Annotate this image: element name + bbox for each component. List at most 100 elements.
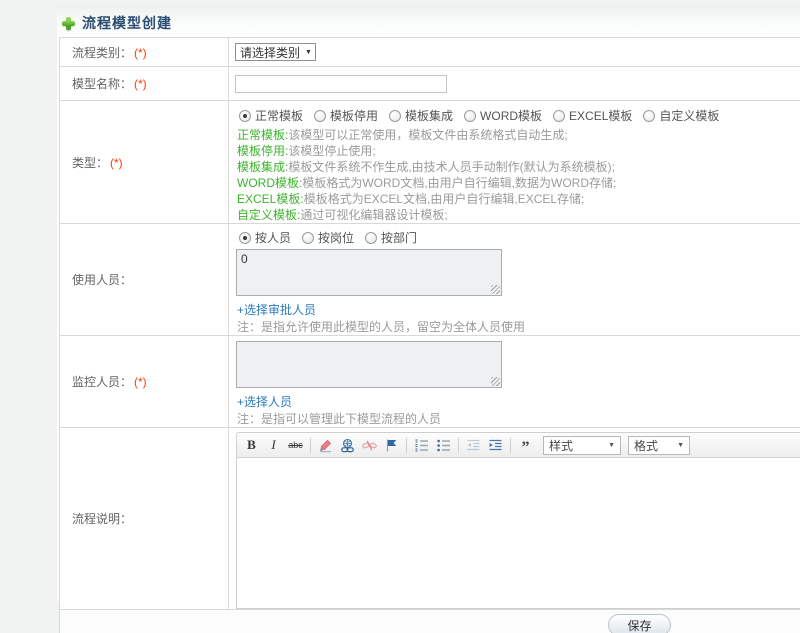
monitors-label-cell: 监控人员： (*) <box>59 335 229 428</box>
radio-icon <box>553 109 566 122</box>
users-radio-group: 按人员 按岗位 按部门 <box>239 229 800 246</box>
radio-icon <box>314 109 327 122</box>
radio-label: 模板集成 <box>405 109 454 123</box>
format-dropdown-value: 格式 <box>634 438 659 453</box>
radio-icon <box>302 231 315 244</box>
save-row-cell: 保存 <box>59 609 800 633</box>
category-label: 流程类别： <box>72 45 133 60</box>
bold-button[interactable]: B <box>241 436 262 455</box>
radio-label: 按岗位 <box>318 231 355 245</box>
plus-icon <box>62 16 75 30</box>
radio-label: WORD模板 <box>480 109 543 123</box>
monitors-label: 监控人员： <box>72 375 133 389</box>
row-save: 保存 <box>59 609 800 633</box>
category-select-value: 请选择类别 <box>240 45 301 60</box>
type-label-cell: 类型： (*) <box>59 100 229 224</box>
radio-icon <box>239 231 251 244</box>
radio-by-person[interactable]: 按人员 <box>239 229 291 246</box>
row-monitors: 监控人员： (*) +选择人员 注：是指可以管理此下模型流程的人员 <box>59 335 800 428</box>
required-mark: (*) <box>134 77 147 91</box>
category-select[interactable]: 请选择类别 ▼ <box>235 43 316 61</box>
caret-down-icon: ▼ <box>305 48 312 56</box>
type-desc-line: 自定义模板:通过可视化编辑器设计模板; <box>237 208 448 222</box>
rich-text-editor: B I abc ” 样式 ▼ 格式 ▼ <box>236 432 800 609</box>
save-button[interactable]: 保存 <box>608 614 671 633</box>
radio-template-disabled[interactable]: 模板停用 <box>314 107 378 124</box>
radio-label: 按人员 <box>255 231 292 245</box>
italic-button[interactable]: I <box>263 436 284 455</box>
indent-icon[interactable] <box>485 436 506 455</box>
users-note: 注：是指允许使用此模型的人员，留空为全体人员使用 <box>237 320 526 334</box>
resize-handle-icon[interactable] <box>491 377 500 386</box>
radio-template-integrated[interactable]: 模板集成 <box>389 107 453 124</box>
radio-icon <box>464 109 477 122</box>
radio-label: 按部门 <box>381 231 418 245</box>
row-users: 使用人员： 按人员 按岗位 按部门 0 +选择审批人员 注：是指允许使用此模型的… <box>59 223 800 336</box>
type-radio-group: 正常模板 模板停用 模板集成 WORD模板 EXCEL模板 自定义模板 <box>239 107 800 124</box>
required-mark: (*) <box>134 45 147 60</box>
ordered-list-icon[interactable] <box>411 436 432 455</box>
resize-handle-icon[interactable] <box>491 285 500 294</box>
required-mark: (*) <box>110 155 123 170</box>
category-label-cell: 流程类别： (*) <box>59 37 229 67</box>
type-desc-line: 正常模板:该模型可以正常使用，模板文件由系统格式自动生成; <box>237 128 568 142</box>
radio-icon <box>365 231 378 244</box>
radio-by-position[interactable]: 按岗位 <box>302 229 354 246</box>
toolbar-separator <box>406 437 407 453</box>
radio-icon <box>389 109 402 122</box>
outdent-icon[interactable] <box>463 436 484 455</box>
toolbar-separator <box>510 437 511 453</box>
type-descriptions: 正常模板:该模型可以正常使用，模板文件由系统格式自动生成; 模板停用:该模型停止… <box>237 127 800 223</box>
model-name-label: 模型名称： <box>72 77 133 91</box>
required-mark: (*) <box>134 375 147 389</box>
users-label-cell: 使用人员： <box>59 223 229 336</box>
flag-anchor-icon[interactable] <box>381 436 402 455</box>
radio-label: 自定义模板 <box>659 109 720 123</box>
model-name-label-cell: 模型名称： (*) <box>59 66 229 101</box>
monitors-textarea[interactable] <box>236 341 502 388</box>
radio-word-template[interactable]: WORD模板 <box>464 107 542 124</box>
link-icon[interactable] <box>337 436 358 455</box>
format-dropdown[interactable]: 格式 ▼ <box>628 435 690 455</box>
radio-label: EXCEL模板 <box>569 109 633 123</box>
row-category: 流程类别： (*) 请选择类别 ▼ <box>59 37 800 67</box>
caret-down-icon: ▼ <box>677 441 684 449</box>
blockquote-icon[interactable]: ” <box>515 436 536 456</box>
remove-format-icon[interactable] <box>315 436 336 455</box>
model-name-input[interactable] <box>235 74 447 93</box>
radio-label: 模板停用 <box>330 109 379 123</box>
users-label: 使用人员： <box>72 273 133 287</box>
editor-content-area[interactable] <box>237 458 800 608</box>
toolbar-separator <box>310 437 311 453</box>
select-approvers-link[interactable]: +选择审批人员 <box>237 301 316 318</box>
radio-icon <box>643 109 656 122</box>
radio-custom-template[interactable]: 自定义模板 <box>643 107 719 124</box>
type-desc-line: 模板停用:该模型停止使用; <box>237 144 376 158</box>
styles-dropdown[interactable]: 样式 ▼ <box>543 435 621 455</box>
description-label-cell: 流程说明： <box>59 427 229 610</box>
radio-normal-template[interactable]: 正常模板 <box>239 107 303 124</box>
styles-dropdown-value: 样式 <box>549 438 574 453</box>
select-monitors-link[interactable]: +选择人员 <box>237 393 292 410</box>
content-panel: 流程模型创建 流程类别： (*) 请选择类别 ▼ 模型名称： (*) 类型： (… <box>57 5 800 633</box>
unordered-list-icon[interactable] <box>433 436 454 455</box>
type-desc-line: EXCEL模板:模板格式为EXCEL文档,由用户自行编辑,EXCEL存储; <box>237 192 585 206</box>
radio-excel-template[interactable]: EXCEL模板 <box>553 107 632 124</box>
toolbar-separator <box>458 437 459 453</box>
radio-label: 正常模板 <box>255 109 304 123</box>
page-title: 流程模型创建 <box>82 15 172 31</box>
row-type: 类型： (*) 正常模板 模板停用 模板集成 WORD模板 EXCEL模板 自定义… <box>59 100 800 224</box>
strikethrough-button[interactable]: abc <box>285 436 306 455</box>
users-textarea[interactable]: 0 <box>236 249 502 296</box>
users-textarea-value: 0 <box>241 252 248 266</box>
radio-by-department[interactable]: 按部门 <box>365 229 417 246</box>
unlink-icon[interactable] <box>359 436 380 455</box>
type-desc-line: WORD模板:模板格式为WORD文档,由用户自行编辑,数据为WORD存储; <box>237 176 617 190</box>
page-header: 流程模型创建 <box>57 5 800 32</box>
process-model-form: 流程类别： (*) 请选择类别 ▼ 模型名称： (*) 类型： (*) 正常模板… <box>59 37 800 633</box>
editor-toolbar: B I abc ” 样式 ▼ 格式 ▼ <box>237 433 800 458</box>
monitors-note: 注：是指可以管理此下模型流程的人员 <box>237 412 442 426</box>
description-label: 流程说明： <box>72 512 133 526</box>
row-description: 流程说明： B I abc ” 样式 ▼ 格式 ▼ <box>59 427 800 610</box>
type-label: 类型： <box>72 155 109 170</box>
